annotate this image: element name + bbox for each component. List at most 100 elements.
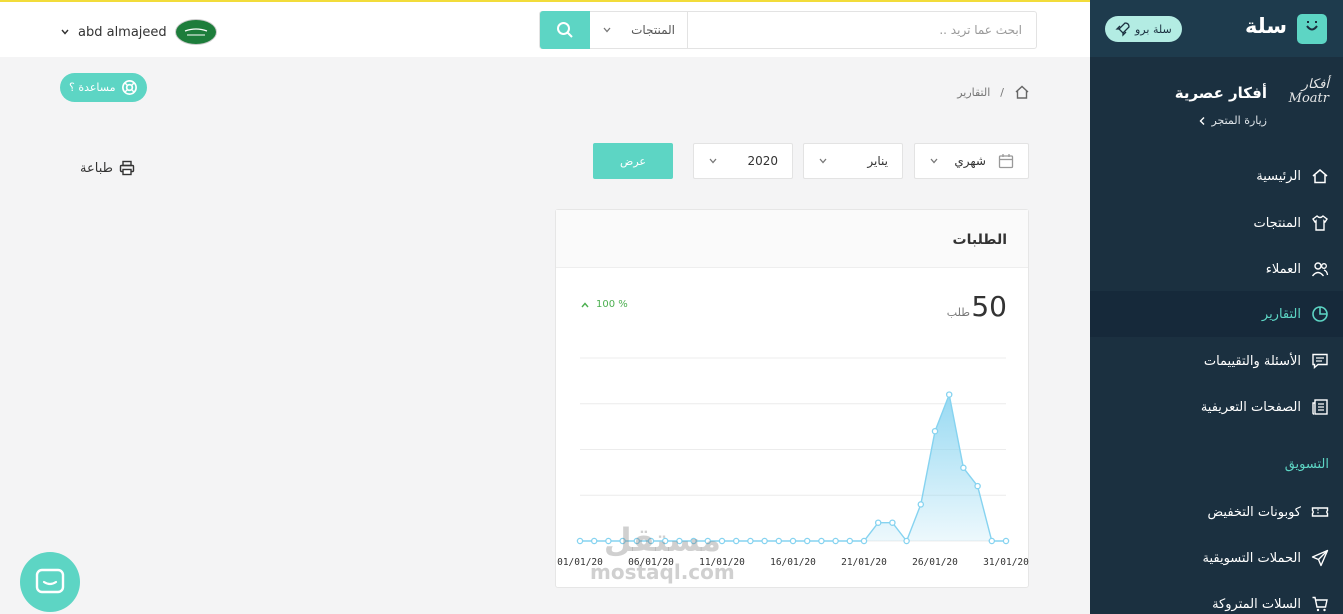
help-label: مساعدة ؟ — [69, 81, 116, 94]
ticket-icon — [1311, 507, 1329, 517]
cart-icon — [1312, 596, 1328, 612]
breadcrumb-separator: / — [1000, 85, 1004, 99]
watermark-arabic: مستقل — [603, 521, 721, 559]
data-point[interactable] — [917, 501, 925, 508]
data-point[interactable] — [874, 519, 882, 526]
shirt-icon — [1312, 215, 1328, 231]
chat-button[interactable] — [20, 552, 80, 612]
pro-badge[interactable]: سلة برو — [1105, 16, 1182, 42]
top-header: abd almajeed المنتجات — [0, 0, 1090, 57]
users-icon — [1311, 262, 1329, 277]
sidebar-item-label: كوبونات التخفيض — [1207, 504, 1301, 520]
data-point[interactable] — [846, 537, 854, 545]
sidebar-item-customers[interactable]: العملاء — [1090, 246, 1343, 292]
year-select[interactable]: 2020 — [693, 143, 793, 179]
sidebar-item-label: الصفحات التعريفية — [1200, 399, 1301, 415]
data-point[interactable] — [903, 537, 910, 545]
orders-unit: طلب — [946, 306, 970, 319]
sidebar-item-pages[interactable]: الصفحات التعريفية — [1090, 384, 1343, 430]
sidebar-item-reviews[interactable]: الأسئلة والتقييمات — [1090, 338, 1343, 384]
breadcrumb: / التقارير — [957, 84, 1030, 100]
x-tick-label: 31/01/20 — [983, 557, 1029, 568]
search-button[interactable] — [540, 11, 590, 49]
month-select[interactable]: يناير — [803, 143, 903, 179]
search-scope-select[interactable]: المنتجات — [590, 12, 688, 48]
rocket-icon — [1115, 22, 1130, 37]
calendar-icon — [998, 154, 1014, 169]
comment-icon — [1312, 353, 1328, 370]
data-point[interactable] — [832, 537, 839, 545]
chat-icon — [35, 568, 65, 594]
orders-total: 50 — [971, 290, 1007, 323]
search-bar: المنتجات — [539, 11, 1037, 49]
sidebar-section-marketing: التسويق — [1284, 457, 1329, 472]
home-icon[interactable] — [1014, 84, 1030, 100]
sidebar-item-coupons[interactable]: كوبونات التخفيض — [1090, 489, 1343, 535]
x-tick-label: 21/01/20 — [841, 557, 887, 568]
period-select[interactable]: شهري — [914, 143, 1029, 179]
card-title: الطلبات — [952, 232, 1007, 248]
sidebar-item-label: التقارير — [1261, 306, 1301, 322]
search-icon — [557, 22, 573, 38]
sidebar-item-campaigns[interactable]: الحملات التسويقية — [1090, 535, 1343, 581]
period-value: شهري — [954, 154, 986, 168]
search-input[interactable] — [688, 12, 1036, 48]
sidebar-item-products[interactable]: المنتجات — [1090, 200, 1343, 246]
data-point[interactable] — [960, 464, 967, 472]
data-point[interactable] — [988, 537, 996, 545]
send-icon — [1311, 549, 1329, 567]
chevron-down-icon — [819, 158, 827, 164]
data-point[interactable] — [931, 427, 939, 435]
chevron-down-icon — [603, 27, 611, 33]
data-point[interactable] — [889, 519, 896, 526]
chevron-down-icon — [709, 158, 717, 164]
data-point[interactable] — [974, 482, 981, 490]
x-tick-label: 16/01/20 — [770, 557, 816, 568]
trend-indicator: 100 % — [580, 299, 628, 310]
sidebar-item-label: الرئيسية — [1256, 168, 1301, 184]
sidebar-item-abandoned-carts[interactable]: السلات المتروكة — [1090, 581, 1343, 614]
brand-name: سلة — [1245, 14, 1287, 38]
search-scope-value: المنتجات — [631, 23, 675, 37]
sidebar-item-home[interactable]: الرئيسية — [1090, 153, 1343, 199]
avatar — [174, 19, 217, 45]
sidebar: سلة سلة برو أفكار Moatr أفكار عصرية زيارة… — [1090, 0, 1343, 614]
help-button[interactable]: مساعدة ؟ — [60, 73, 147, 102]
chevron-up-icon — [581, 301, 589, 307]
sidebar-item-label: السلات المتروكة — [1212, 596, 1301, 612]
data-point[interactable] — [747, 537, 754, 545]
user-name: abd almajeed — [78, 24, 167, 40]
sidebar-item-label: الأسئلة والتقييمات — [1203, 353, 1301, 369]
x-tick-label: 26/01/20 — [912, 557, 958, 568]
data-point[interactable] — [860, 537, 868, 545]
print-button[interactable]: طباعة — [80, 160, 135, 176]
printer-icon — [119, 160, 135, 176]
user-menu[interactable]: abd almajeed — [60, 19, 217, 45]
data-point[interactable] — [576, 537, 584, 545]
data-point[interactable] — [818, 537, 825, 545]
month-value: يناير — [867, 154, 888, 168]
year-value: 2020 — [747, 154, 778, 168]
newspaper-icon — [1312, 399, 1328, 415]
chevron-down-icon — [930, 158, 938, 164]
watermark: مستقل mostaql.com — [590, 520, 735, 584]
data-point[interactable] — [803, 537, 811, 545]
data-point[interactable] — [945, 391, 953, 398]
basket-icon — [1297, 14, 1327, 44]
chevron-down-icon — [61, 29, 69, 35]
chevron-left-icon — [1199, 116, 1205, 125]
sidebar-item-reports[interactable]: التقارير — [1090, 291, 1343, 337]
store-logo: أفكار Moatr — [1288, 77, 1329, 106]
lifebuoy-icon — [121, 80, 137, 95]
data-point[interactable] — [1002, 537, 1010, 545]
visit-store-link[interactable]: زيارة المتجر — [1198, 114, 1267, 127]
sidebar-item-label: الحملات التسويقية — [1202, 550, 1301, 566]
data-point[interactable] — [775, 537, 783, 545]
watermark-url: mostaql.com — [590, 560, 735, 584]
visit-store-label: زيارة المتجر — [1211, 114, 1267, 127]
sidebar-item-label: العملاء — [1265, 261, 1301, 277]
show-button[interactable]: عرض — [593, 143, 673, 179]
data-point[interactable] — [761, 537, 768, 545]
data-point[interactable] — [789, 537, 797, 545]
flag-icon — [184, 28, 207, 36]
